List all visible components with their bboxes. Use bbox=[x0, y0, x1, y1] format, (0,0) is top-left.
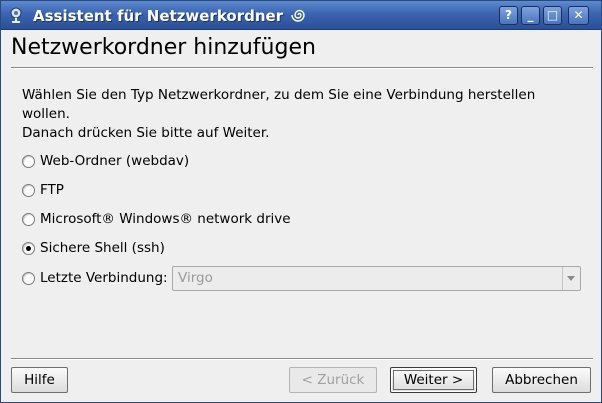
description-text: Wählen Sie den Typ Netzwerkordner, zu de… bbox=[22, 86, 582, 143]
close-button[interactable]: ✕ bbox=[568, 6, 589, 25]
recent-connection-combo[interactable]: Virgo bbox=[172, 266, 581, 291]
chevron-down-icon[interactable] bbox=[562, 267, 580, 290]
option-recent-connection-label[interactable]: Letzte Verbindung: bbox=[40, 270, 168, 286]
description-line-2: Danach drücken Sie bitte auf Weiter. bbox=[22, 125, 270, 141]
recent-connection-value: Virgo bbox=[178, 270, 213, 286]
description-line-1: Wählen Sie den Typ Netzwerkordner, zu de… bbox=[22, 87, 536, 122]
option-windows-drive-label[interactable]: Microsoft® Windows® network drive bbox=[40, 211, 291, 227]
option-ssh[interactable]: Sichere Shell (ssh) bbox=[22, 238, 165, 258]
header-divider bbox=[11, 67, 593, 69]
option-ftp[interactable]: FTP bbox=[22, 180, 64, 200]
radio-webdav[interactable] bbox=[22, 154, 35, 168]
option-ftp-label[interactable]: FTP bbox=[40, 182, 64, 198]
wizard-window: Assistent für Netzwerkordner ? _ □ ✕ Net… bbox=[0, 0, 602, 403]
option-webdav-label[interactable]: Web-Ordner (webdav) bbox=[40, 153, 189, 169]
cancel-button[interactable]: Abbrechen bbox=[492, 367, 591, 393]
next-button[interactable]: Weiter > bbox=[390, 367, 477, 393]
maximize-button[interactable]: □ bbox=[543, 6, 562, 25]
window-title: Assistent für Netzwerkordner bbox=[33, 6, 308, 25]
minimize-button[interactable]: _ bbox=[521, 6, 540, 25]
help-button[interactable]: Hilfe bbox=[11, 367, 68, 393]
option-webdav[interactable]: Web-Ordner (webdav) bbox=[22, 151, 189, 171]
window-title-text: Assistent für Netzwerkordner bbox=[33, 7, 284, 25]
help-title-button[interactable]: ? bbox=[499, 6, 518, 25]
title-bar[interactable]: Assistent für Netzwerkordner ? _ □ ✕ bbox=[1, 1, 601, 30]
footer-divider bbox=[11, 358, 593, 360]
option-recent-connection[interactable]: Letzte Verbindung: bbox=[22, 268, 168, 288]
network-folder-app-icon[interactable] bbox=[7, 6, 25, 24]
radio-windows-drive[interactable] bbox=[22, 212, 35, 226]
page-title: Netzwerkordner hinzufügen bbox=[11, 35, 316, 60]
radio-ftp[interactable] bbox=[22, 183, 35, 197]
swirl-icon bbox=[291, 9, 306, 22]
radio-recent-connection[interactable] bbox=[22, 271, 35, 285]
back-button[interactable]: < Zurück bbox=[289, 367, 377, 393]
option-windows-drive[interactable]: Microsoft® Windows® network drive bbox=[22, 209, 291, 229]
option-ssh-label[interactable]: Sichere Shell (ssh) bbox=[40, 240, 165, 256]
radio-ssh[interactable] bbox=[22, 241, 35, 255]
